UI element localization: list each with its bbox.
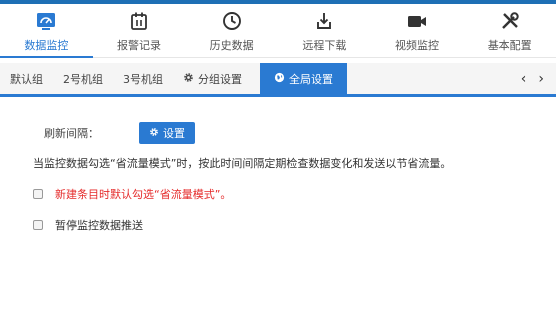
- nav-item-data-monitor[interactable]: 数据监控: [0, 4, 93, 58]
- dashboard-icon: [35, 10, 57, 32]
- tab-scroll-controls: ‹ ›: [521, 63, 556, 94]
- nav-item-remote-download[interactable]: 远程下载: [278, 4, 371, 57]
- history-icon: [222, 10, 242, 32]
- pause-push-checkbox[interactable]: [33, 220, 43, 230]
- interval-description: 当监控数据勾选“省流量模式”时，按此时间间隔定期检查数据变化和发送以节省流量。: [33, 157, 452, 170]
- nav-item-history[interactable]: 历史数据: [185, 4, 278, 57]
- nav-label: 历史数据: [209, 39, 254, 52]
- nav-item-alarm-records[interactable]: 报警记录: [93, 4, 186, 57]
- nav-label: 远程下载: [302, 39, 347, 52]
- refresh-interval-row: 刷新间隔： 设置: [44, 122, 195, 144]
- nav-label: 视频监控: [395, 39, 440, 52]
- tab-default-group[interactable]: 默认组: [0, 63, 53, 94]
- nav-item-video-monitor[interactable]: 视频监控: [371, 4, 464, 57]
- global-settings-panel: 刷新间隔： 设置 当监控数据勾选“省流量模式”时，按此时间间隔定期检查数据变化和…: [0, 100, 556, 310]
- nav-label: 报警记录: [117, 39, 161, 52]
- tab-label: 默认组: [10, 72, 43, 86]
- tab-group-settings[interactable]: 分组设置: [173, 63, 252, 94]
- tab-global-settings[interactable]: 全局设置: [260, 63, 347, 94]
- video-camera-icon: [406, 10, 428, 32]
- refresh-interval-label: 刷新间隔：: [44, 127, 99, 140]
- tools-icon: [500, 10, 520, 32]
- tab-unit-2[interactable]: 2号机组: [53, 63, 113, 94]
- download-icon: [314, 10, 334, 32]
- pause-push-row: 暂停监控数据推送: [33, 217, 143, 233]
- nav-item-basic-config[interactable]: 基本配置: [463, 4, 556, 57]
- tab-label: 3号机组: [123, 72, 163, 86]
- tab-label: 2号机组: [63, 72, 103, 86]
- group-tabbar: 默认组 2号机组 3号机组 分组设置 全局设置 ‹ ›: [0, 63, 556, 97]
- tab-label: 全局设置: [289, 72, 333, 86]
- new-item-saving-mode-label: 新建条目时默认勾选“省流量模式”。: [55, 188, 232, 201]
- main-nav: 数据监控 报警记录 历史数据 远程下载 视频监控 基本配置: [0, 4, 556, 58]
- tab-unit-3[interactable]: 3号机组: [113, 63, 173, 94]
- pause-push-label: 暂停监控数据推送: [55, 219, 143, 232]
- tab-label: 分组设置: [198, 72, 242, 86]
- globe-icon: [274, 72, 285, 86]
- gear-icon: [183, 72, 194, 86]
- nav-label: 数据监控: [24, 39, 69, 52]
- nav-label: 基本配置: [487, 39, 532, 52]
- gear-icon: [149, 127, 159, 140]
- calendar-icon: [129, 10, 149, 32]
- new-item-saving-mode-checkbox[interactable]: [33, 189, 43, 199]
- new-item-saving-mode-row: 新建条目时默认勾选“省流量模式”。: [33, 186, 231, 202]
- chevron-left-icon[interactable]: ‹: [521, 71, 527, 87]
- set-interval-button[interactable]: 设置: [139, 122, 195, 144]
- set-button-label: 设置: [163, 127, 185, 140]
- chevron-right-icon[interactable]: ›: [538, 71, 544, 87]
